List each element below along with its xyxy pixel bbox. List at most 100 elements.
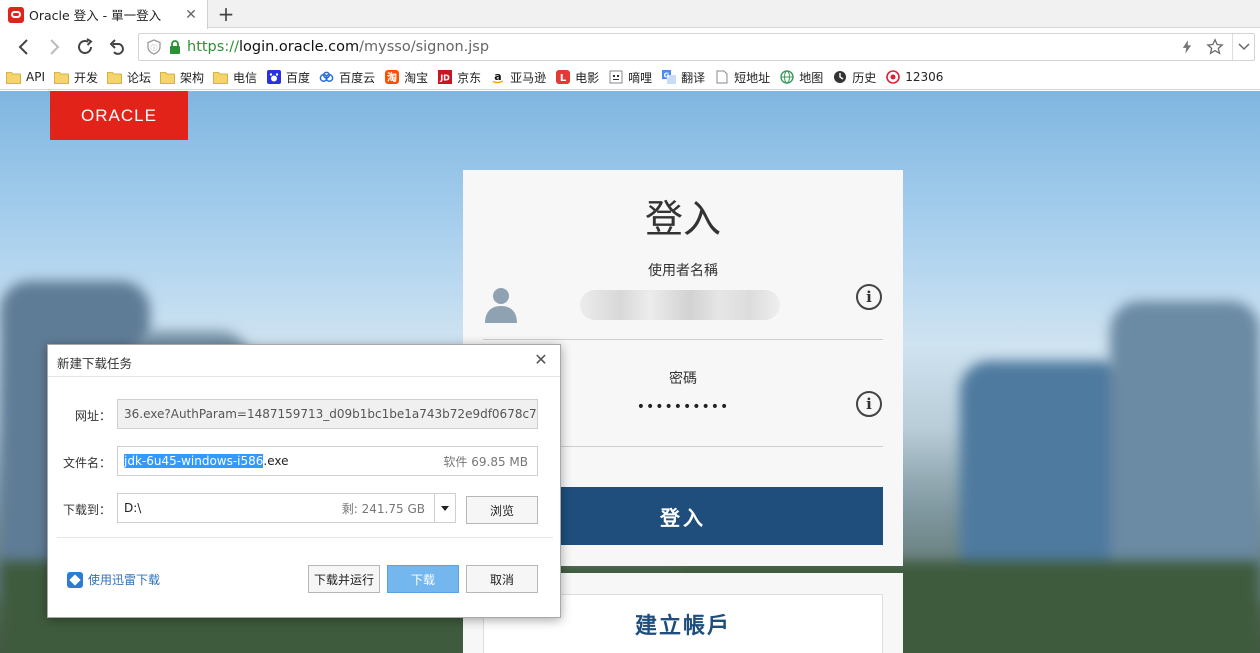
url-protocol: https:// <box>187 39 239 55</box>
svg-text:淘: 淘 <box>387 71 397 84</box>
bookmark-item[interactable]: 历史 <box>832 69 876 86</box>
undo-close-button[interactable] <box>107 37 127 57</box>
browser-tab[interactable]: Oracle 登入 - 單一登入 ✕ <box>0 0 208 29</box>
bookmark-item[interactable]: 开发 <box>54 69 98 86</box>
bookmark-item[interactable]: G 翻译 <box>661 69 705 86</box>
translate-icon: G <box>661 70 676 84</box>
movie-icon: L <box>555 70 570 84</box>
filename-field[interactable]: jdk-6u45-windows-i586 .exe 软件 69.85 MB <box>117 446 538 476</box>
back-button[interactable] <box>14 37 34 57</box>
taobao-icon: 淘 <box>384 70 399 84</box>
bookmark-label: 京东 <box>457 70 482 85</box>
filename-extension: .exe <box>263 454 289 468</box>
bookmark-item[interactable]: 淘淘宝 <box>384 69 428 86</box>
download-and-run-button[interactable]: 下载并运行 <box>308 565 380 593</box>
filename-label: 文件名： <box>62 456 111 470</box>
close-icon[interactable]: ✕ <box>532 351 550 369</box>
amazon-icon: a <box>490 70 505 84</box>
url-path: /mysso/signon.jsp <box>359 39 490 55</box>
shield-icon: ⓘ <box>147 39 161 55</box>
login-title: 登入 <box>644 197 721 241</box>
bookmark-label: 翻译 <box>681 70 706 85</box>
logo-text: ORACLE <box>81 105 157 125</box>
forward-arrow-icon <box>50 39 60 55</box>
bookmark-item[interactable]: L 电影 <box>555 69 599 86</box>
folder-icon <box>213 70 228 84</box>
tab-bar: Oracle 登入 - 單一登入 ✕ + <box>0 0 1260 29</box>
bookmark-label: 架构 <box>180 70 205 85</box>
bookmark-item[interactable]: 电信 <box>213 69 257 86</box>
free-space: 剩: 241.75 GB <box>341 501 425 516</box>
star-icon[interactable] <box>1204 34 1226 60</box>
saveto-field[interactable]: D:\ 剩: 241.75 GB <box>117 493 435 523</box>
svg-text:a: a <box>494 70 501 83</box>
undo-icon <box>109 39 124 55</box>
browser-toolbar: ⓘ https://login.oracle.com/mysso/signon.… <box>0 29 1260 65</box>
bookmark-item[interactable]: a 亚马逊 <box>490 69 546 86</box>
bookmarks-bar: API 开发 论坛 架构 电信 百度 百度云淘淘宝 JD 京东 a 亚马逊 L 电影 嘀哩 G 翻译 短地址 地图… <box>0 65 1260 90</box>
file-info: 软件 69.85 MB <box>443 454 528 469</box>
lightning-icon[interactable] <box>1176 34 1198 60</box>
svg-text:JD: JD <box>439 74 450 83</box>
forward-button[interactable] <box>44 37 64 57</box>
saveto-value: D:\ <box>124 501 142 515</box>
bookmark-item[interactable]: API <box>6 70 45 84</box>
saveto-label: 下载到： <box>62 503 111 517</box>
tab-close-icon[interactable]: ✕ <box>183 7 199 23</box>
username-input[interactable] <box>580 290 780 320</box>
jd-icon: JD <box>437 70 452 84</box>
user-icon <box>485 288 517 323</box>
bookmark-item[interactable]: 短地址 <box>714 69 770 86</box>
back-arrow-icon <box>18 39 28 55</box>
chevron-down-icon[interactable] <box>1232 34 1254 60</box>
browse-button[interactable]: 浏览 <box>466 496 538 524</box>
oracle-logo[interactable]: ORACLE <box>50 91 188 140</box>
folder-icon <box>160 70 175 84</box>
reload-button[interactable] <box>75 37 95 57</box>
filename-selected-text: jdk-6u45-windows-i586 <box>124 454 264 468</box>
bookmark-label: 论坛 <box>127 70 152 85</box>
globe-icon <box>779 70 794 84</box>
bookmark-label: 百度 <box>286 70 311 85</box>
tab-title: Oracle 登入 - 單一登入 <box>29 8 162 23</box>
bookmark-label: 电信 <box>233 70 258 85</box>
bookmark-label: 嘀哩 <box>628 70 653 85</box>
password-info-icon[interactable]: i <box>856 391 882 417</box>
bookmark-label: 短地址 <box>734 70 771 85</box>
bookmark-label: 地图 <box>799 70 824 85</box>
address-bar[interactable]: ⓘ https://login.oracle.com/mysso/signon.… <box>138 33 1255 61</box>
bookmark-item[interactable]: JD 京东 <box>437 69 481 86</box>
username-underline <box>483 339 883 340</box>
thunder-download-link[interactable]: 使用迅雷下载 <box>67 571 160 588</box>
caret-down-icon <box>441 505 449 511</box>
dialog-divider <box>48 376 560 377</box>
download-button[interactable]: 下载 <box>387 565 459 593</box>
baidu-cloud-icon <box>319 70 334 84</box>
url-text: https://login.oracle.com/mysso/signon.js… <box>187 39 489 55</box>
dialog-divider <box>57 537 553 538</box>
svg-text:L: L <box>559 73 566 84</box>
new-tab-button[interactable]: + <box>216 4 236 24</box>
cancel-button[interactable]: 取消 <box>466 565 538 593</box>
bookmark-item[interactable]: 百度 <box>266 69 310 86</box>
bookmark-label: 开发 <box>73 70 98 85</box>
username-label: 使用者名稱 <box>648 263 718 279</box>
bookmark-label: 12306 <box>905 70 944 84</box>
bookmark-item[interactable]: 架构 <box>160 69 204 86</box>
bookmark-item[interactable]: 地图 <box>779 69 823 86</box>
username-info-icon[interactable]: i <box>856 284 882 310</box>
bookmark-item[interactable]: 嘀哩 <box>608 69 652 86</box>
download-url-field[interactable]: 36.exe?AuthParam=1487159713_d09b1bc1be1a… <box>117 399 538 429</box>
download-url-value: 36.exe?AuthParam=1487159713_d09b1bc1be1a… <box>124 407 538 421</box>
url-host: login.oracle.com <box>238 39 360 55</box>
svg-text:ⓘ: ⓘ <box>151 44 158 52</box>
page-icon <box>714 70 729 84</box>
bookmark-item[interactable]: 论坛 <box>107 69 151 86</box>
train-icon <box>885 70 900 84</box>
saveto-dropdown-button[interactable] <box>434 493 456 523</box>
bookmark-item[interactable]: 百度云 <box>319 69 375 86</box>
bookmark-label: 电影 <box>575 70 600 85</box>
bookmark-item[interactable]: 12306 <box>885 70 943 84</box>
svg-text:G: G <box>663 72 669 80</box>
folder-icon <box>6 70 21 84</box>
